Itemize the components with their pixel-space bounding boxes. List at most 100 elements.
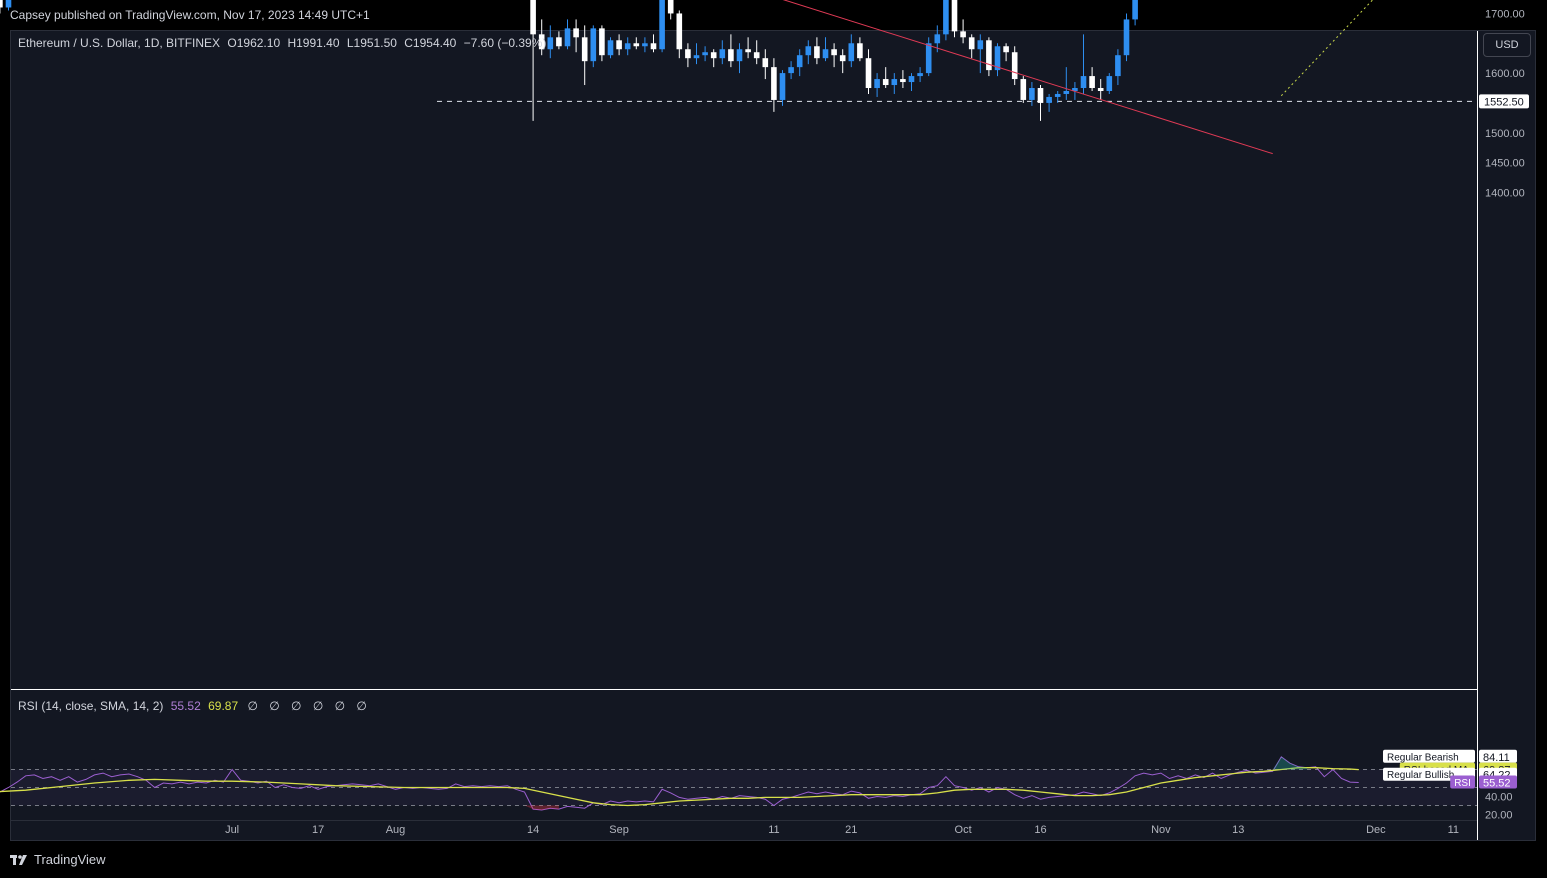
candle-body — [771, 67, 777, 100]
candle-body — [633, 43, 640, 47]
time-tick: Nov — [1151, 824, 1171, 836]
candle-body — [891, 79, 898, 86]
candle-body — [564, 28, 571, 47]
candle-body — [650, 43, 657, 50]
candle-body — [986, 40, 992, 71]
candle-body — [1020, 79, 1027, 100]
candle-body — [865, 58, 872, 89]
candle-body — [581, 37, 588, 62]
time-tick: Aug — [386, 824, 406, 836]
candle-body — [676, 13, 683, 50]
candle-body — [1115, 55, 1121, 77]
candle-body — [607, 40, 614, 56]
candle-body — [702, 52, 708, 56]
candle-body — [1054, 93, 1061, 97]
brand-name: TradingView — [34, 852, 106, 867]
legend-close: C1954.40 — [404, 36, 457, 50]
candle-body — [839, 55, 846, 62]
candle-body — [917, 73, 923, 77]
candle-body — [805, 46, 812, 56]
candle-body — [745, 49, 751, 53]
tradingview-logo-icon — [10, 854, 27, 865]
time-tick: 14 — [527, 824, 539, 836]
candle-body — [960, 31, 966, 38]
price-tick: 1500.00 — [1485, 128, 1525, 140]
price-tick: 1700.00 — [1485, 8, 1525, 20]
candle-body — [710, 52, 717, 59]
time-tick: 17 — [312, 824, 324, 836]
time-tick: Jul — [225, 824, 239, 836]
candle-body — [1011, 52, 1018, 80]
candle-body — [762, 58, 769, 68]
candle-body — [642, 43, 648, 47]
candle-body — [1080, 76, 1087, 89]
candle-body — [728, 49, 734, 62]
rsi-legend-value: 55.52 — [170, 699, 201, 713]
legend-symbol[interactable]: Ethereum / U.S. Dollar, 1D, BITFINEX — [18, 36, 220, 50]
legend-high: H1991.40 — [287, 36, 340, 50]
candle-body — [968, 37, 975, 50]
rsi-overbought-fill — [1272, 756, 1308, 770]
rsi-oversold-fill — [524, 805, 559, 810]
candle-body — [573, 28, 579, 38]
candle-body — [1106, 76, 1113, 91]
price-tick: 1400.00 — [1485, 187, 1525, 199]
candle-body — [882, 79, 889, 86]
candle-body — [659, 0, 665, 50]
ohlc-legend: Ethereum / U.S. Dollar, 1D, BITFINEX O19… — [18, 36, 550, 50]
time-tick: 13 — [1232, 824, 1244, 836]
legend-low: L1951.50 — [346, 36, 397, 50]
time-tick: Dec — [1366, 824, 1386, 836]
candle-body — [908, 76, 915, 83]
candle-body — [753, 52, 760, 59]
candle-body — [779, 73, 786, 100]
price-label: 1552.50 — [1484, 96, 1524, 108]
time-tick: 11 — [768, 824, 779, 836]
candle-body — [814, 46, 820, 59]
candle-body — [1097, 88, 1104, 91]
candle-body — [5, 0, 12, 8]
candle-body — [1123, 19, 1130, 56]
candle-body — [951, 0, 958, 32]
candle-body — [667, 0, 674, 14]
time-tick: Sep — [609, 824, 629, 836]
currency-button[interactable]: USD — [1483, 33, 1531, 57]
candle-body — [796, 55, 803, 68]
candle-body — [736, 49, 743, 62]
candle-body — [977, 40, 984, 50]
rsi-tick: 20.00 — [1485, 810, 1513, 822]
candle-body — [1029, 88, 1035, 100]
candle-body — [848, 43, 855, 62]
time-tick: Oct — [955, 824, 972, 836]
time-tick: 11 — [1448, 824, 1459, 836]
candle-body — [1046, 96, 1052, 103]
price-tick: 1600.00 — [1485, 68, 1525, 80]
candle-body — [556, 37, 562, 47]
candle-body — [530, 0, 536, 35]
rsi-legend-ma-value: 69.87 — [208, 699, 239, 713]
candle-body — [1003, 46, 1009, 53]
candle-body — [616, 40, 622, 50]
rsi-value-label: 55.52 — [1483, 778, 1511, 790]
candle-body — [874, 79, 880, 89]
time-tick: 16 — [1034, 824, 1046, 836]
candle-body — [1089, 76, 1095, 89]
rsi-value-label: 84.11 — [1483, 752, 1510, 764]
candle-body — [943, 0, 949, 35]
candle-body — [900, 79, 906, 83]
candle-body — [822, 49, 829, 59]
candle-body — [693, 55, 700, 59]
rsi-legend: RSI (14, close, SMA, 14, 2) 55.52 69.87 … — [18, 699, 371, 713]
tradingview-brand[interactable]: TradingView — [10, 852, 106, 867]
price-tick: 1450.00 — [1485, 158, 1525, 170]
chart-canvas[interactable]: 2400.002300.002250.002200.002150.002100.… — [0, 0, 1547, 878]
rsi-tag: Regular Bullish — [1387, 770, 1454, 781]
candle-body — [685, 49, 691, 59]
bottom-bar: TradingView — [0, 842, 1547, 878]
candle-body — [1063, 90, 1070, 94]
candle-body — [788, 67, 794, 74]
candle-body — [925, 43, 932, 74]
candle-body — [0, 0, 3, 8]
rsi-legend-label[interactable]: RSI (14, close, SMA, 14, 2) — [18, 699, 163, 713]
candle-body — [857, 43, 863, 59]
